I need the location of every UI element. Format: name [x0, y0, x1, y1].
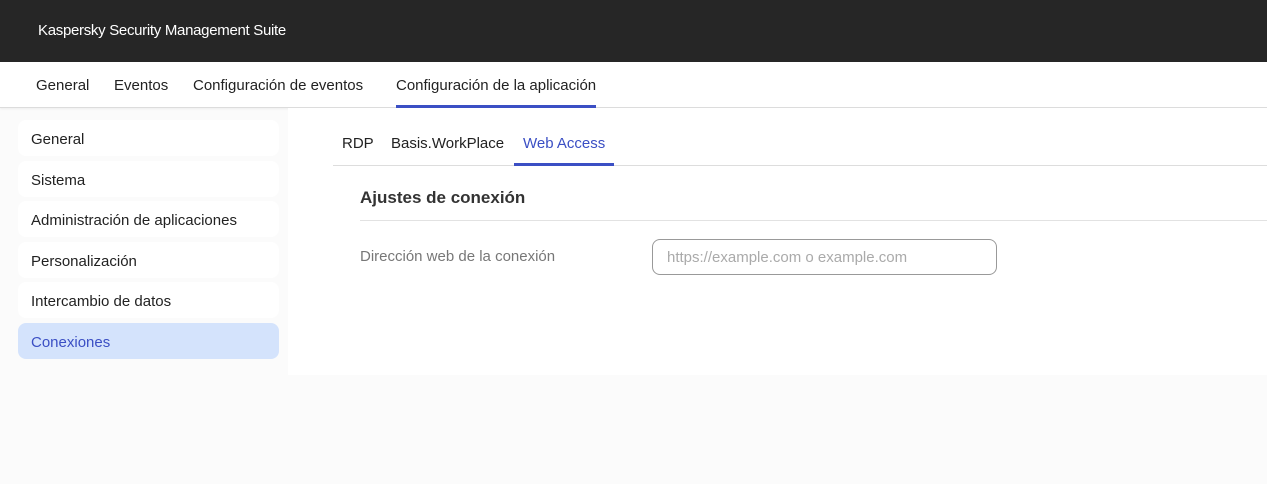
tab-eventos[interactable]: Eventos [114, 77, 168, 94]
sidebar-item-intercambio-datos[interactable]: Intercambio de datos [18, 282, 279, 318]
content-panel: RDP Basis.WorkPlace Web Access Ajustes d… [288, 108, 1267, 375]
tab-rdp[interactable]: RDP [342, 135, 374, 166]
sidebar-item-personalizacion[interactable]: Personalización [18, 241, 279, 278]
tab-basis-workplace[interactable]: Basis.WorkPlace [391, 135, 504, 166]
app-header: Kaspersky Security Management Suite [0, 0, 1267, 62]
web-address-label: Dirección web de la conexión [360, 248, 556, 265]
sidebar: General Sistema Administración de aplica… [18, 120, 279, 363]
section-divider [360, 220, 1267, 221]
web-address-input[interactable] [652, 239, 997, 275]
sidebar-item-conexiones[interactable]: Conexiones [18, 322, 279, 359]
sub-tabs: RDP Basis.WorkPlace Web Access [333, 126, 1267, 166]
tab-configuracion-aplicacion[interactable]: Configuración de la aplicación [396, 77, 597, 108]
sidebar-item-general[interactable]: General [18, 120, 279, 156]
sidebar-item-sistema[interactable]: Sistema [18, 160, 279, 197]
section-title: Ajustes de conexión [360, 188, 526, 207]
tab-general[interactable]: General [36, 77, 89, 94]
top-nav: General Eventos Configuración de eventos… [0, 62, 1267, 108]
tab-web-access[interactable]: Web Access [514, 135, 615, 166]
tab-configuracion-eventos[interactable]: Configuración de eventos [193, 77, 363, 94]
app-title: Kaspersky Security Management Suite [38, 22, 286, 39]
sidebar-item-administracion-aplicaciones[interactable]: Administración de aplicaciones [18, 201, 279, 237]
